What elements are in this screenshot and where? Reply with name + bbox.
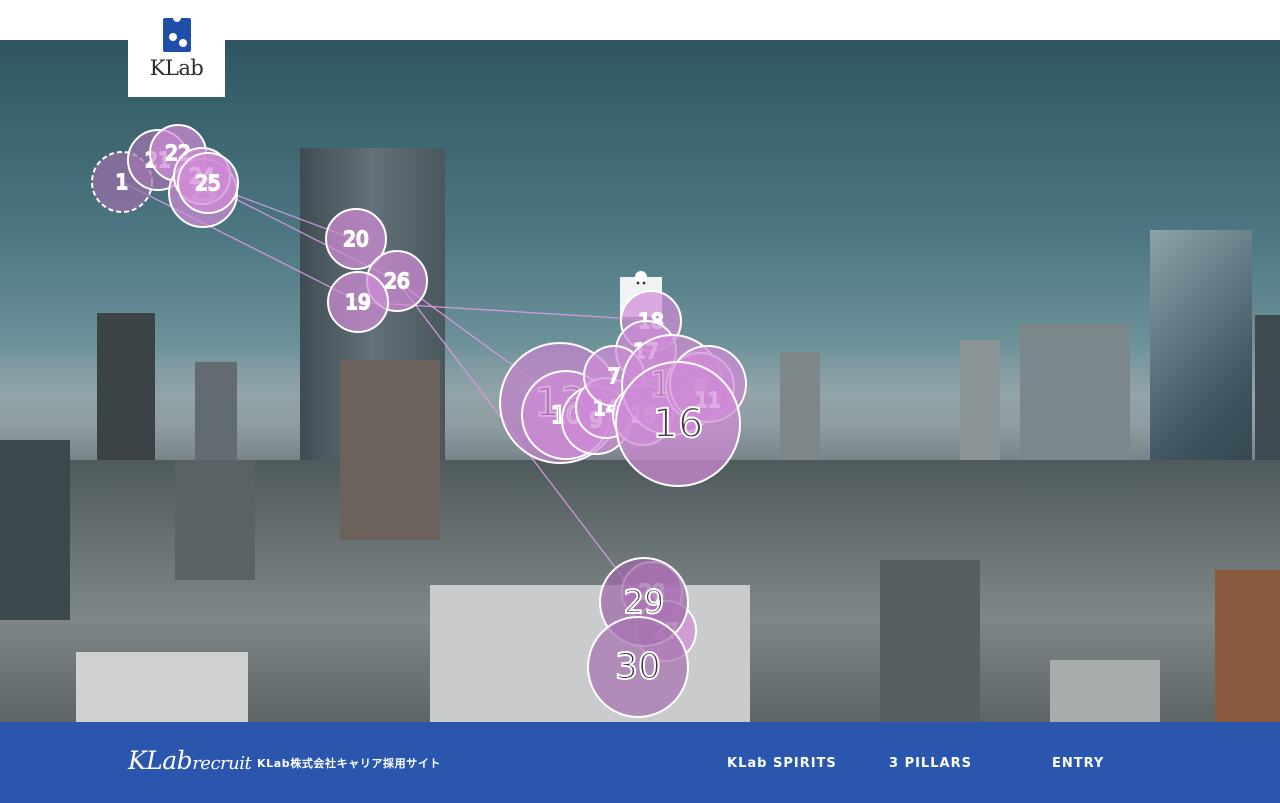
node-label: 19 <box>345 290 370 314</box>
graph-node[interactable]: 25 <box>177 152 239 214</box>
brand-subtitle: KLab株式会社キャリア採用サイト <box>257 757 442 770</box>
graph-nodes: 1 21 22 23 24 25 20 26 <box>91 124 747 718</box>
klab-puzzle-icon <box>162 16 191 52</box>
logo-wordmark: KLab <box>149 56 204 80</box>
node-label: 16 <box>653 401 704 447</box>
node-label: 30 <box>615 647 661 688</box>
graph-node[interactable]: 19 <box>327 271 389 333</box>
node-label: 1 <box>116 170 129 194</box>
node-label: 29 <box>624 583 665 621</box>
nav-entry[interactable]: ENTRY <box>1052 756 1104 771</box>
nav-klab-spirits[interactable]: KLab SPIRITS <box>727 756 837 771</box>
network-graph-overlay: 1 21 22 23 24 25 20 26 <box>91 124 747 718</box>
brand-suffix: recruit <box>192 753 252 774</box>
footer-brand-logo[interactable]: KLabrecruit <box>128 746 252 775</box>
node-label: 26 <box>384 269 409 293</box>
node-label: 25 <box>195 171 220 195</box>
graph-node[interactable]: 16 <box>615 361 741 487</box>
nav-3-pillars[interactable]: 3 PILLARS <box>889 756 972 771</box>
node-label: 20 <box>343 227 368 251</box>
graph-edge <box>121 181 357 301</box>
footer-nav-bar: KLabrecruit KLab株式会社キャリア採用サイト KLab SPIRI… <box>0 722 1280 803</box>
node-label: 7 <box>608 364 621 388</box>
klab-logo[interactable]: KLab <box>128 0 225 97</box>
brand-main: KLab <box>128 746 193 775</box>
graph-node[interactable]: 30 <box>587 616 689 718</box>
